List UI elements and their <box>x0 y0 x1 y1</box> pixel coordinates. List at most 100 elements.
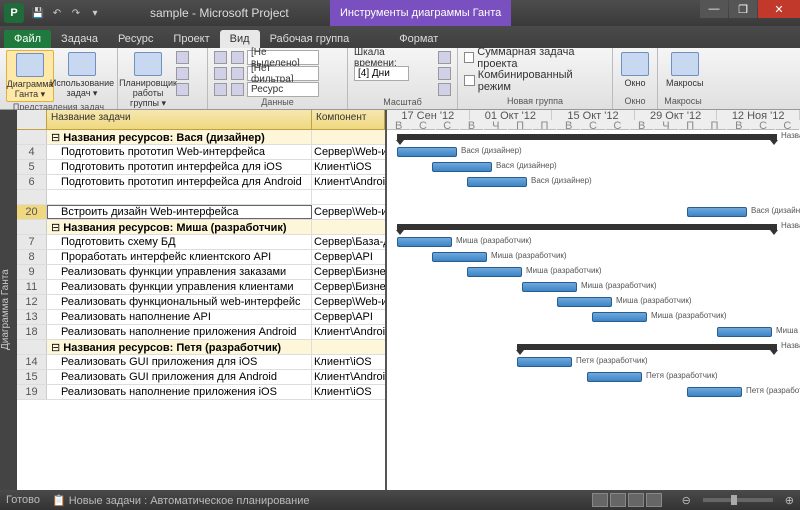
task-cell[interactable]: Названия ресурсов: Петя (разработчик) <box>47 340 312 354</box>
view-btn[interactable] <box>646 493 662 507</box>
task-cell[interactable]: Названия ресурсов: Миша (разработчик) <box>47 220 312 234</box>
zoom-button[interactable] <box>438 66 451 81</box>
row-number[interactable]: 11 <box>17 280 47 294</box>
timescale-combo[interactable]: [4] Дни <box>354 66 409 81</box>
task-cell[interactable]: Реализовать функциональный web-интерфейс <box>47 295 312 309</box>
task-bar[interactable] <box>522 282 577 292</box>
task-cell[interactable]: Подготовить схему БД <box>47 235 312 249</box>
component-cell[interactable] <box>312 220 385 234</box>
view-btn[interactable] <box>628 493 644 507</box>
task-bar[interactable] <box>687 207 747 217</box>
task-bar[interactable] <box>467 267 522 277</box>
minimize-button[interactable]: — <box>700 0 728 18</box>
tab-team[interactable]: Рабочая группа <box>260 30 360 48</box>
task-cell[interactable]: Реализовать GUI приложения для Android <box>47 370 312 384</box>
task-cell[interactable]: Проработать интерфейс клиентского API <box>47 250 312 264</box>
task-cell[interactable]: Подготовить прототип интерфейса для Andr… <box>47 175 312 189</box>
task-bar[interactable] <box>517 357 572 367</box>
checkbox[interactable] <box>464 75 475 86</box>
component-cell[interactable]: Сервер\Бизнес- <box>312 265 385 279</box>
window-button[interactable]: Окно <box>619 50 651 90</box>
table-row[interactable]: 13Реализовать наполнение APIСервер\API <box>17 310 385 325</box>
table-row[interactable]: 15Реализовать GUI приложения для Android… <box>17 370 385 385</box>
undo-icon[interactable]: ↶ <box>49 5 65 21</box>
small-btn[interactable] <box>176 82 189 97</box>
table-row[interactable]: Названия ресурсов: Петя (разработчик) <box>17 340 385 355</box>
row-number[interactable]: 13 <box>17 310 47 324</box>
sort-button[interactable] <box>214 50 227 65</box>
task-cell[interactable]: Реализовать функции управления клиентами <box>47 280 312 294</box>
task-cell[interactable]: Реализовать GUI приложения для iOS <box>47 355 312 369</box>
component-cell[interactable] <box>312 130 385 144</box>
save-icon[interactable]: 💾 <box>30 5 46 21</box>
view-btn[interactable] <box>592 493 608 507</box>
task-cell[interactable] <box>47 190 312 204</box>
table-row[interactable]: Названия ресурсов: Миша (разработчик) <box>17 220 385 235</box>
redo-icon[interactable]: ↷ <box>68 5 84 21</box>
component-cell[interactable]: Клиент\iOS <box>312 385 385 399</box>
small-btn[interactable] <box>176 50 189 65</box>
zoom-in-icon[interactable]: ⊕ <box>785 494 794 507</box>
task-bar[interactable] <box>432 252 487 262</box>
summary-bar[interactable] <box>517 344 777 350</box>
row-number[interactable]: 14 <box>17 355 47 369</box>
task-cell[interactable]: Подготовить прототип Web-интерфейса <box>47 145 312 159</box>
tables-button[interactable] <box>214 82 227 97</box>
zoom-button[interactable] <box>438 82 451 97</box>
component-cell[interactable]: Сервер\API <box>312 250 385 264</box>
table-row[interactable]: Названия ресурсов: Вася (дизайнер) <box>17 130 385 145</box>
row-number[interactable]: 8 <box>17 250 47 264</box>
close-button[interactable]: ✕ <box>758 0 800 18</box>
table-row[interactable]: 7Подготовить схему БДСервер\База-да <box>17 235 385 250</box>
component-cell[interactable] <box>312 340 385 354</box>
tab-resource[interactable]: Ресурс <box>108 30 163 48</box>
table-row[interactable]: 11Реализовать функции управления клиента… <box>17 280 385 295</box>
row-number[interactable]: 20 <box>17 205 47 219</box>
task-bar[interactable] <box>587 372 642 382</box>
task-bar[interactable] <box>397 237 452 247</box>
component-cell[interactable] <box>312 190 385 204</box>
small-btn[interactable] <box>176 66 189 81</box>
task-bar[interactable] <box>717 327 772 337</box>
outline-button[interactable] <box>214 66 227 81</box>
task-cell[interactable]: Реализовать функции управления заказами <box>47 265 312 279</box>
zoom-button[interactable] <box>438 50 451 65</box>
tab-file[interactable]: Файл <box>4 30 51 48</box>
task-bar[interactable] <box>557 297 612 307</box>
tab-project[interactable]: Проект <box>163 30 219 48</box>
task-cell[interactable]: Встроить дизайн Web-интерфейса <box>47 205 312 219</box>
row-number[interactable]: 4 <box>17 145 47 159</box>
task-bar[interactable] <box>397 147 457 157</box>
row-number[interactable]: 7 <box>17 235 47 249</box>
table-row[interactable]: 19Реализовать наполнение приложения iOSК… <box>17 385 385 400</box>
summary-bar[interactable] <box>397 224 777 230</box>
tab-format[interactable]: Формат <box>389 30 448 48</box>
row-number[interactable]: 19 <box>17 385 47 399</box>
task-cell[interactable]: Реализовать наполнение приложения Androi… <box>47 325 312 339</box>
table-row[interactable]: 5Подготовить прототип интерфейса для iOS… <box>17 160 385 175</box>
table-row[interactable]: 12Реализовать функциональный web-интерфе… <box>17 295 385 310</box>
table-row[interactable]: 9Реализовать функции управления заказами… <box>17 265 385 280</box>
row-number[interactable]: 12 <box>17 295 47 309</box>
tab-view[interactable]: Вид <box>220 30 260 48</box>
table-row[interactable]: 14Реализовать GUI приложения для iOSКлие… <box>17 355 385 370</box>
component-cell[interactable]: Сервер\Web-ин <box>312 295 385 309</box>
component-cell[interactable]: Сервер\Web-ин <box>312 145 385 159</box>
component-cell[interactable]: Сервер\API <box>312 310 385 324</box>
row-number[interactable] <box>17 220 47 234</box>
gantt-chart[interactable]: 17 Сен '1201 Окт '1215 Окт '1229 Окт '12… <box>387 110 800 510</box>
component-cell[interactable]: Клиент\Android <box>312 175 385 189</box>
row-number[interactable] <box>17 130 47 144</box>
summary-bar[interactable] <box>397 134 777 140</box>
row-number[interactable]: 15 <box>17 370 47 384</box>
checkbox[interactable] <box>464 52 474 63</box>
view-sidebar-label[interactable]: Диаграмма Ганта <box>0 110 17 510</box>
gantt-chart-button[interactable]: Диаграмма Ганта ▾ <box>6 50 54 102</box>
task-bar[interactable] <box>432 162 492 172</box>
component-cell[interactable]: Клиент\Android <box>312 370 385 384</box>
row-number[interactable] <box>17 340 47 354</box>
task-bar[interactable] <box>592 312 647 322</box>
component-cell[interactable]: Клиент\iOS <box>312 355 385 369</box>
row-number[interactable]: 5 <box>17 160 47 174</box>
row-number[interactable]: 6 <box>17 175 47 189</box>
